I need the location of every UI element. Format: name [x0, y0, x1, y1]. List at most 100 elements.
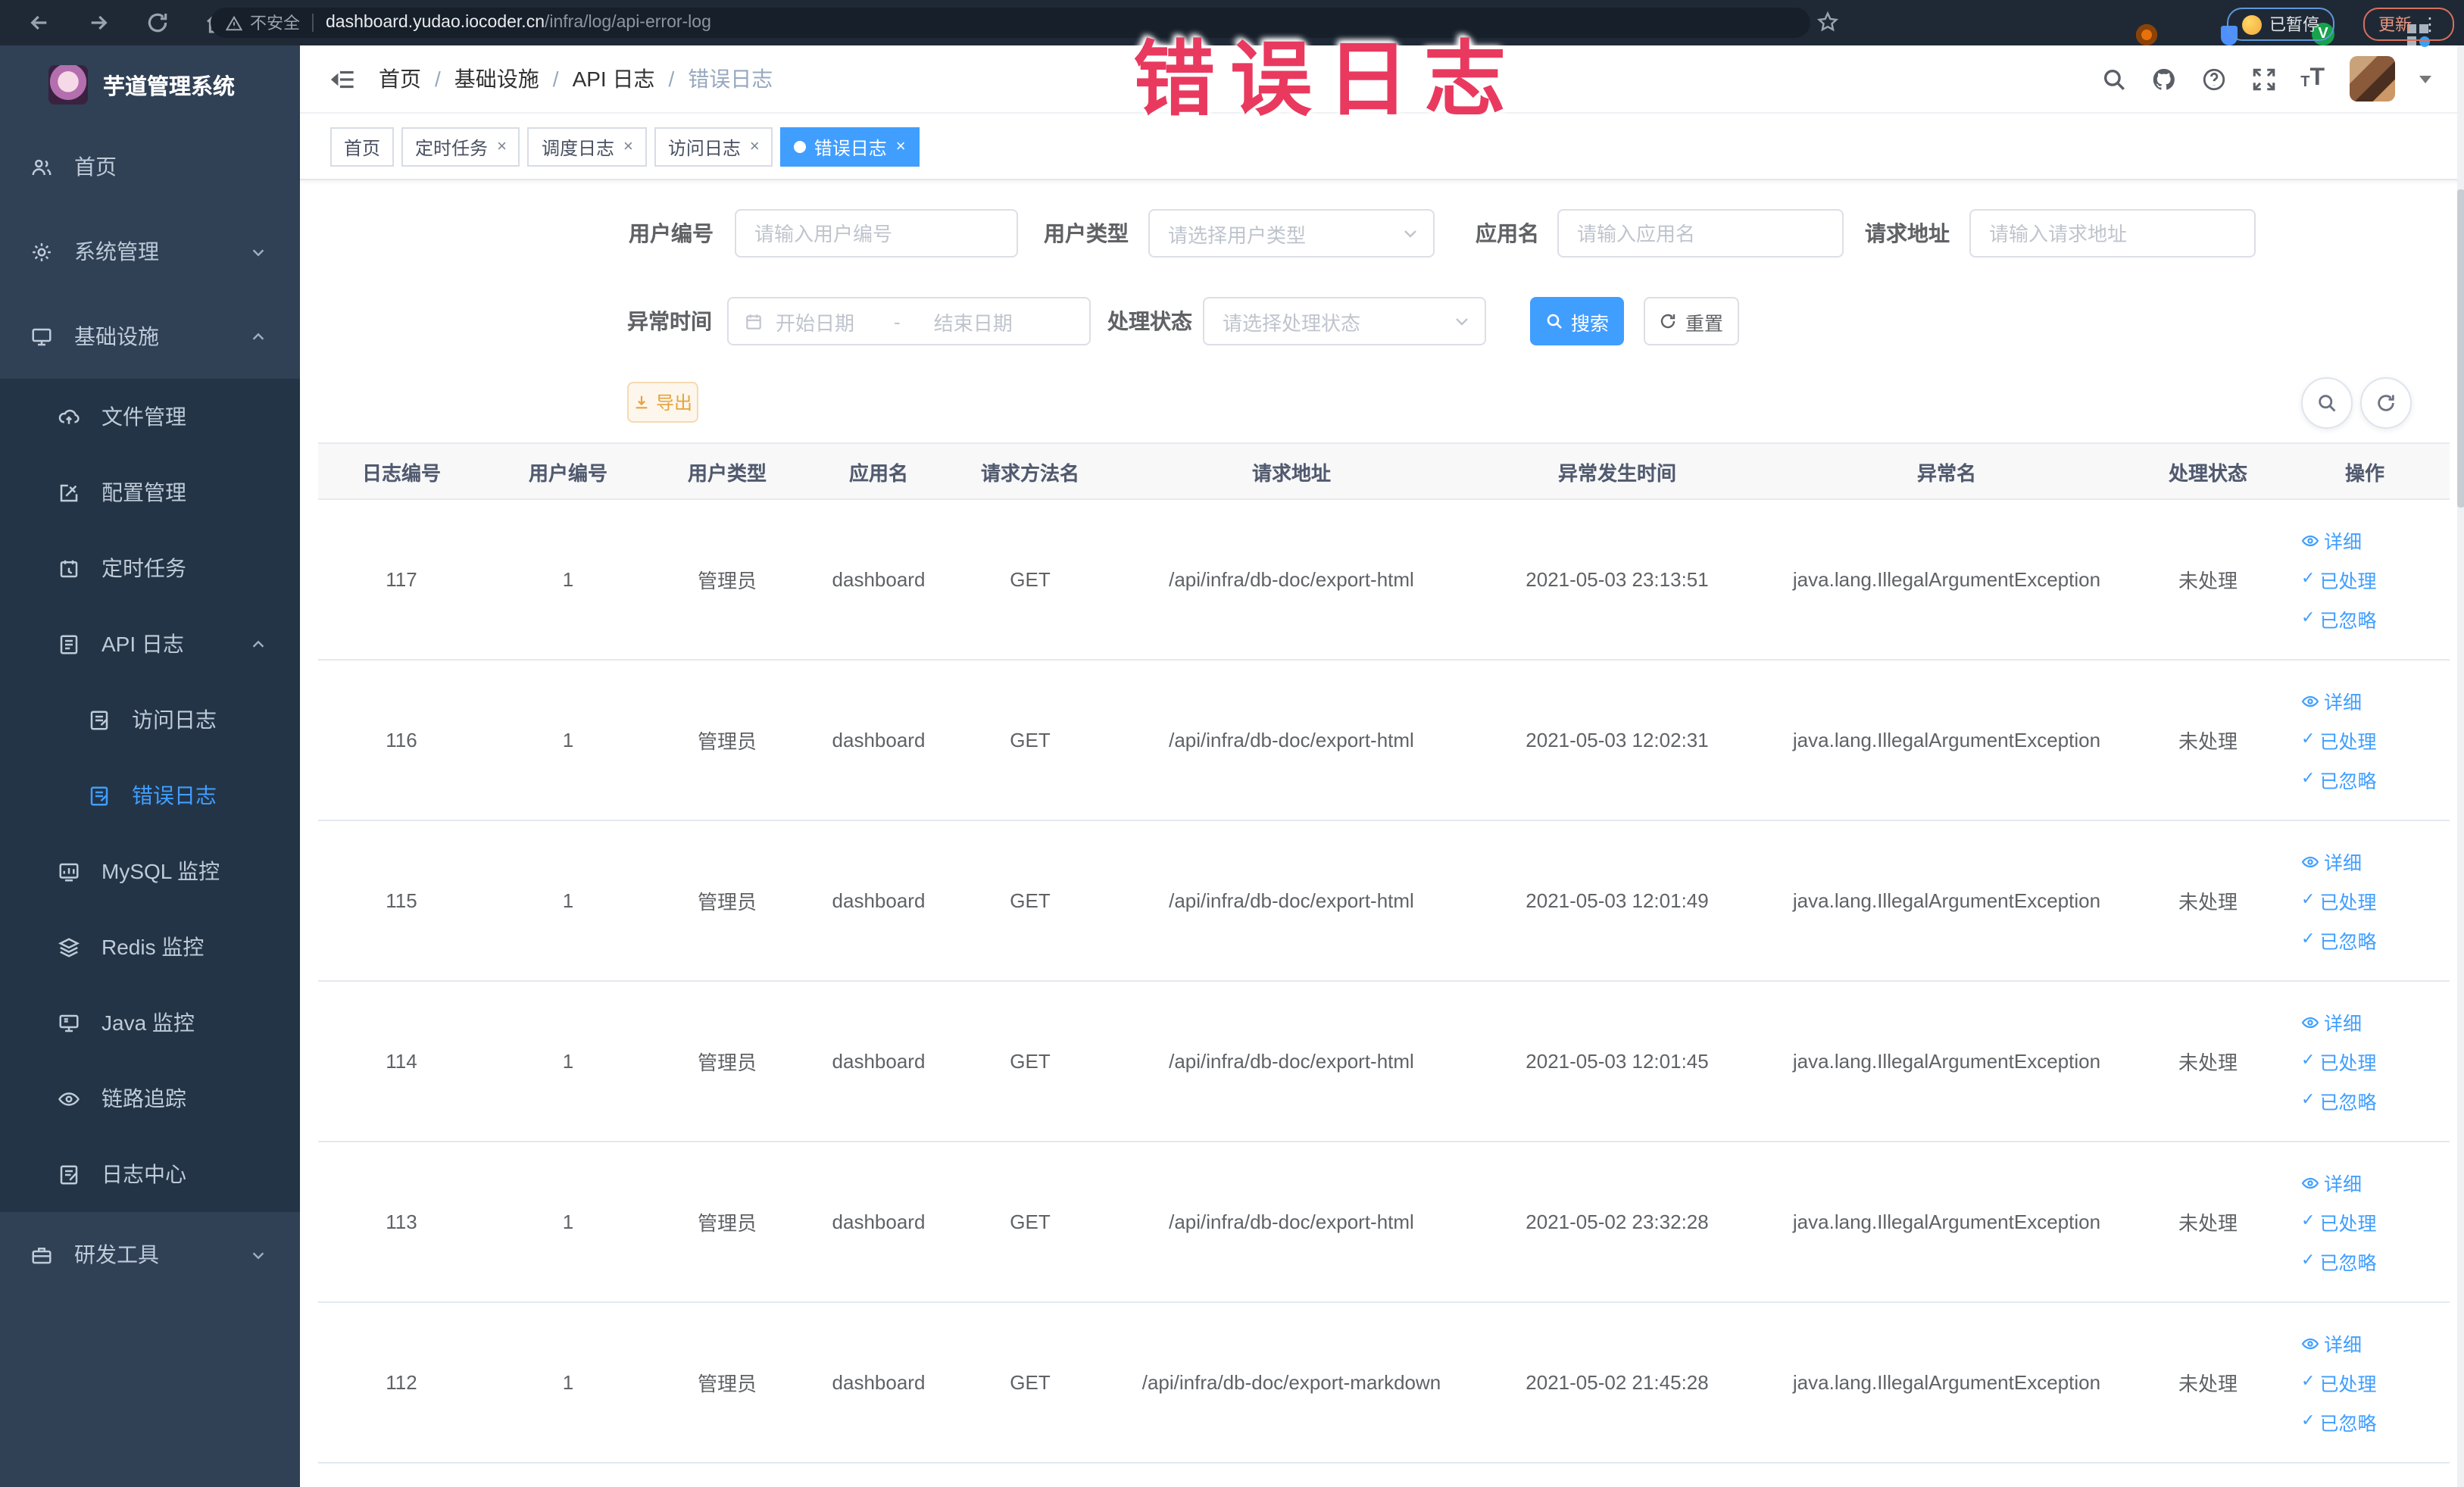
mark-ignored-link[interactable]: ✓ 已忽略: [2301, 604, 2376, 633]
request-url-input[interactable]: [1971, 222, 2254, 245]
eye-icon: [2301, 695, 2319, 707]
sidebar-fold-icon[interactable]: [330, 67, 356, 90]
sidebar-item-mysql-monitor[interactable]: MySQL 监控: [0, 833, 300, 909]
sidebar-item-infrastructure[interactable]: 基础设施: [0, 294, 300, 379]
mark-processed-link[interactable]: ✓ 已处理: [2301, 886, 2376, 915]
table-row: 112 1 管理员 dashboard GET /api/infra/db-do…: [318, 1303, 2450, 1464]
cell-method: GET: [1010, 1371, 1051, 1394]
sidebar-item-trace[interactable]: 链路追踪: [0, 1061, 300, 1136]
close-icon[interactable]: ×: [896, 138, 906, 155]
reload-button[interactable]: [138, 3, 177, 42]
scrollbar-thumb[interactable]: [2457, 189, 2464, 508]
github-icon[interactable]: [2150, 66, 2176, 92]
extension-adblock-icon[interactable]: [2136, 23, 2159, 46]
tab-scheduled-tasks[interactable]: 定时任务 ×: [401, 127, 520, 167]
tab-home[interactable]: 首页: [330, 127, 395, 167]
browser-menu-icon[interactable]: ⋮: [2421, 14, 2439, 35]
chrome-update-chip[interactable]: 更新 ⋮: [2363, 8, 2454, 41]
sidebar-item-java-monitor[interactable]: Java 监控: [0, 985, 300, 1061]
help-icon[interactable]: [2200, 66, 2226, 92]
mark-processed-link[interactable]: ✓ 已处理: [2301, 565, 2376, 594]
address-bar[interactable]: 不安全 dashboard.yudao.iocoder.cn/infra/log…: [211, 8, 1810, 38]
chevron-down-icon: [252, 248, 264, 256]
avatar-caret-down-icon[interactable]: [2419, 75, 2431, 83]
process-status-select[interactable]: 请选择处理状态: [1203, 297, 1486, 345]
eye-icon: [2301, 1337, 2319, 1349]
mark-processed-link[interactable]: ✓ 已处理: [2301, 726, 2376, 754]
cell-log-id: 116: [386, 729, 417, 751]
action-label: 已忽略: [2319, 1092, 2377, 1114]
detail-link[interactable]: 详细: [2301, 1007, 2362, 1036]
sidebar-item-config-management[interactable]: 配置管理: [0, 455, 300, 530]
sidebar-item-label: 访问日志: [132, 708, 217, 732]
forward-button[interactable]: [79, 3, 118, 42]
mark-ignored-link[interactable]: ✓ 已忽略: [2301, 926, 2376, 954]
sidebar-item-system-management[interactable]: 系统管理: [0, 209, 300, 294]
close-icon[interactable]: ×: [750, 138, 760, 155]
emoji-avatar-icon: [2242, 14, 2262, 34]
cell-method: GET: [1010, 729, 1051, 751]
sidebar-item-redis-monitor[interactable]: Redis 监控: [0, 909, 300, 985]
filter-label: 应用名: [1476, 221, 1539, 245]
sidebar-item-label: 系统管理: [74, 239, 159, 264]
cell-app-name: dashboard: [832, 729, 926, 751]
cell-exception-time: 2021-05-03 23:13:51: [1526, 568, 1709, 591]
cell-app-name: dashboard: [832, 568, 926, 591]
detail-link[interactable]: 详细: [2301, 847, 2362, 876]
font-size-icon[interactable]: TT: [2300, 66, 2325, 91]
app-logo-row[interactable]: 芋道管理系统: [0, 45, 300, 124]
sidebar-item-file-management[interactable]: 文件管理: [0, 379, 300, 455]
app-name-input-wrap: [1557, 209, 1844, 258]
cell-user-type: 管理员: [697, 891, 757, 914]
mark-processed-link[interactable]: ✓ 已处理: [2301, 1368, 2376, 1397]
end-date-placeholder: 结束日期: [933, 311, 1013, 334]
refresh-table-button[interactable]: [2360, 377, 2412, 429]
user-type-select[interactable]: 请选择用户类型: [1148, 209, 1435, 258]
scrollbar[interactable]: [2457, 45, 2464, 1487]
cell-user-type: 管理员: [697, 570, 757, 592]
breadcrumb-api-log[interactable]: API 日志: [573, 64, 655, 94]
reset-button[interactable]: 重置: [1644, 297, 1739, 345]
search-icon[interactable]: [2100, 66, 2126, 92]
mark-ignored-link[interactable]: ✓ 已忽略: [2301, 1086, 2376, 1115]
sidebar-item-log-center[interactable]: 日志中心: [0, 1136, 300, 1212]
app-name-input[interactable]: [1559, 222, 1842, 245]
sidebar-item-api-log[interactable]: API 日志: [0, 606, 300, 682]
chart-monitor-icon: [59, 862, 79, 881]
paused-chip-label: 已暂停: [2269, 17, 2319, 35]
user-avatar[interactable]: [2349, 56, 2394, 102]
mark-ignored-link[interactable]: ✓ 已忽略: [2301, 1407, 2376, 1436]
close-icon[interactable]: ×: [623, 138, 633, 155]
sidebar-item-label: 错误日志: [132, 783, 217, 808]
tab-access-log[interactable]: 访问日志 ×: [654, 127, 773, 167]
sidebar-item-scheduled-tasks[interactable]: 定时任务: [0, 530, 300, 606]
mark-processed-link[interactable]: ✓ 已处理: [2301, 1207, 2376, 1236]
sidebar-item-home[interactable]: 首页: [0, 124, 300, 209]
tab-error-log[interactable]: 错误日志 ×: [780, 127, 920, 167]
sidebar-item-error-log[interactable]: 错误日志: [0, 758, 300, 833]
breadcrumb-home[interactable]: 首页: [379, 64, 421, 94]
back-button[interactable]: [20, 3, 59, 42]
toggle-search-button[interactable]: [2301, 377, 2353, 429]
user-id-input[interactable]: [736, 222, 1017, 245]
mark-ignored-link[interactable]: ✓ 已忽略: [2301, 765, 2376, 794]
detail-link[interactable]: 详细: [2301, 526, 2362, 555]
export-button[interactable]: 导出: [627, 382, 698, 423]
profile-paused-chip[interactable]: 已暂停: [2227, 8, 2334, 41]
action-label: 已处理: [2319, 1374, 2377, 1395]
date-range-picker[interactable]: 开始日期 - 结束日期: [727, 297, 1091, 345]
fullscreen-icon[interactable]: [2250, 66, 2276, 92]
tab-schedule-log[interactable]: 调度日志 ×: [527, 127, 647, 167]
detail-link[interactable]: 详细: [2301, 686, 2362, 715]
detail-link[interactable]: 详细: [2301, 1168, 2362, 1197]
sidebar-item-dev-tools[interactable]: 研发工具: [0, 1212, 300, 1297]
filter-user-id: 用户编号: [618, 209, 1018, 258]
close-icon[interactable]: ×: [497, 138, 507, 155]
mark-processed-link[interactable]: ✓ 已处理: [2301, 1047, 2376, 1076]
breadcrumb-infrastructure[interactable]: 基础设施: [454, 64, 539, 94]
bookmark-star-button[interactable]: [1816, 11, 1839, 41]
detail-link[interactable]: 详细: [2301, 1329, 2362, 1357]
mark-ignored-link[interactable]: ✓ 已忽略: [2301, 1247, 2376, 1276]
sidebar-item-access-log[interactable]: 访问日志: [0, 682, 300, 758]
search-button[interactable]: 搜索: [1530, 297, 1624, 345]
